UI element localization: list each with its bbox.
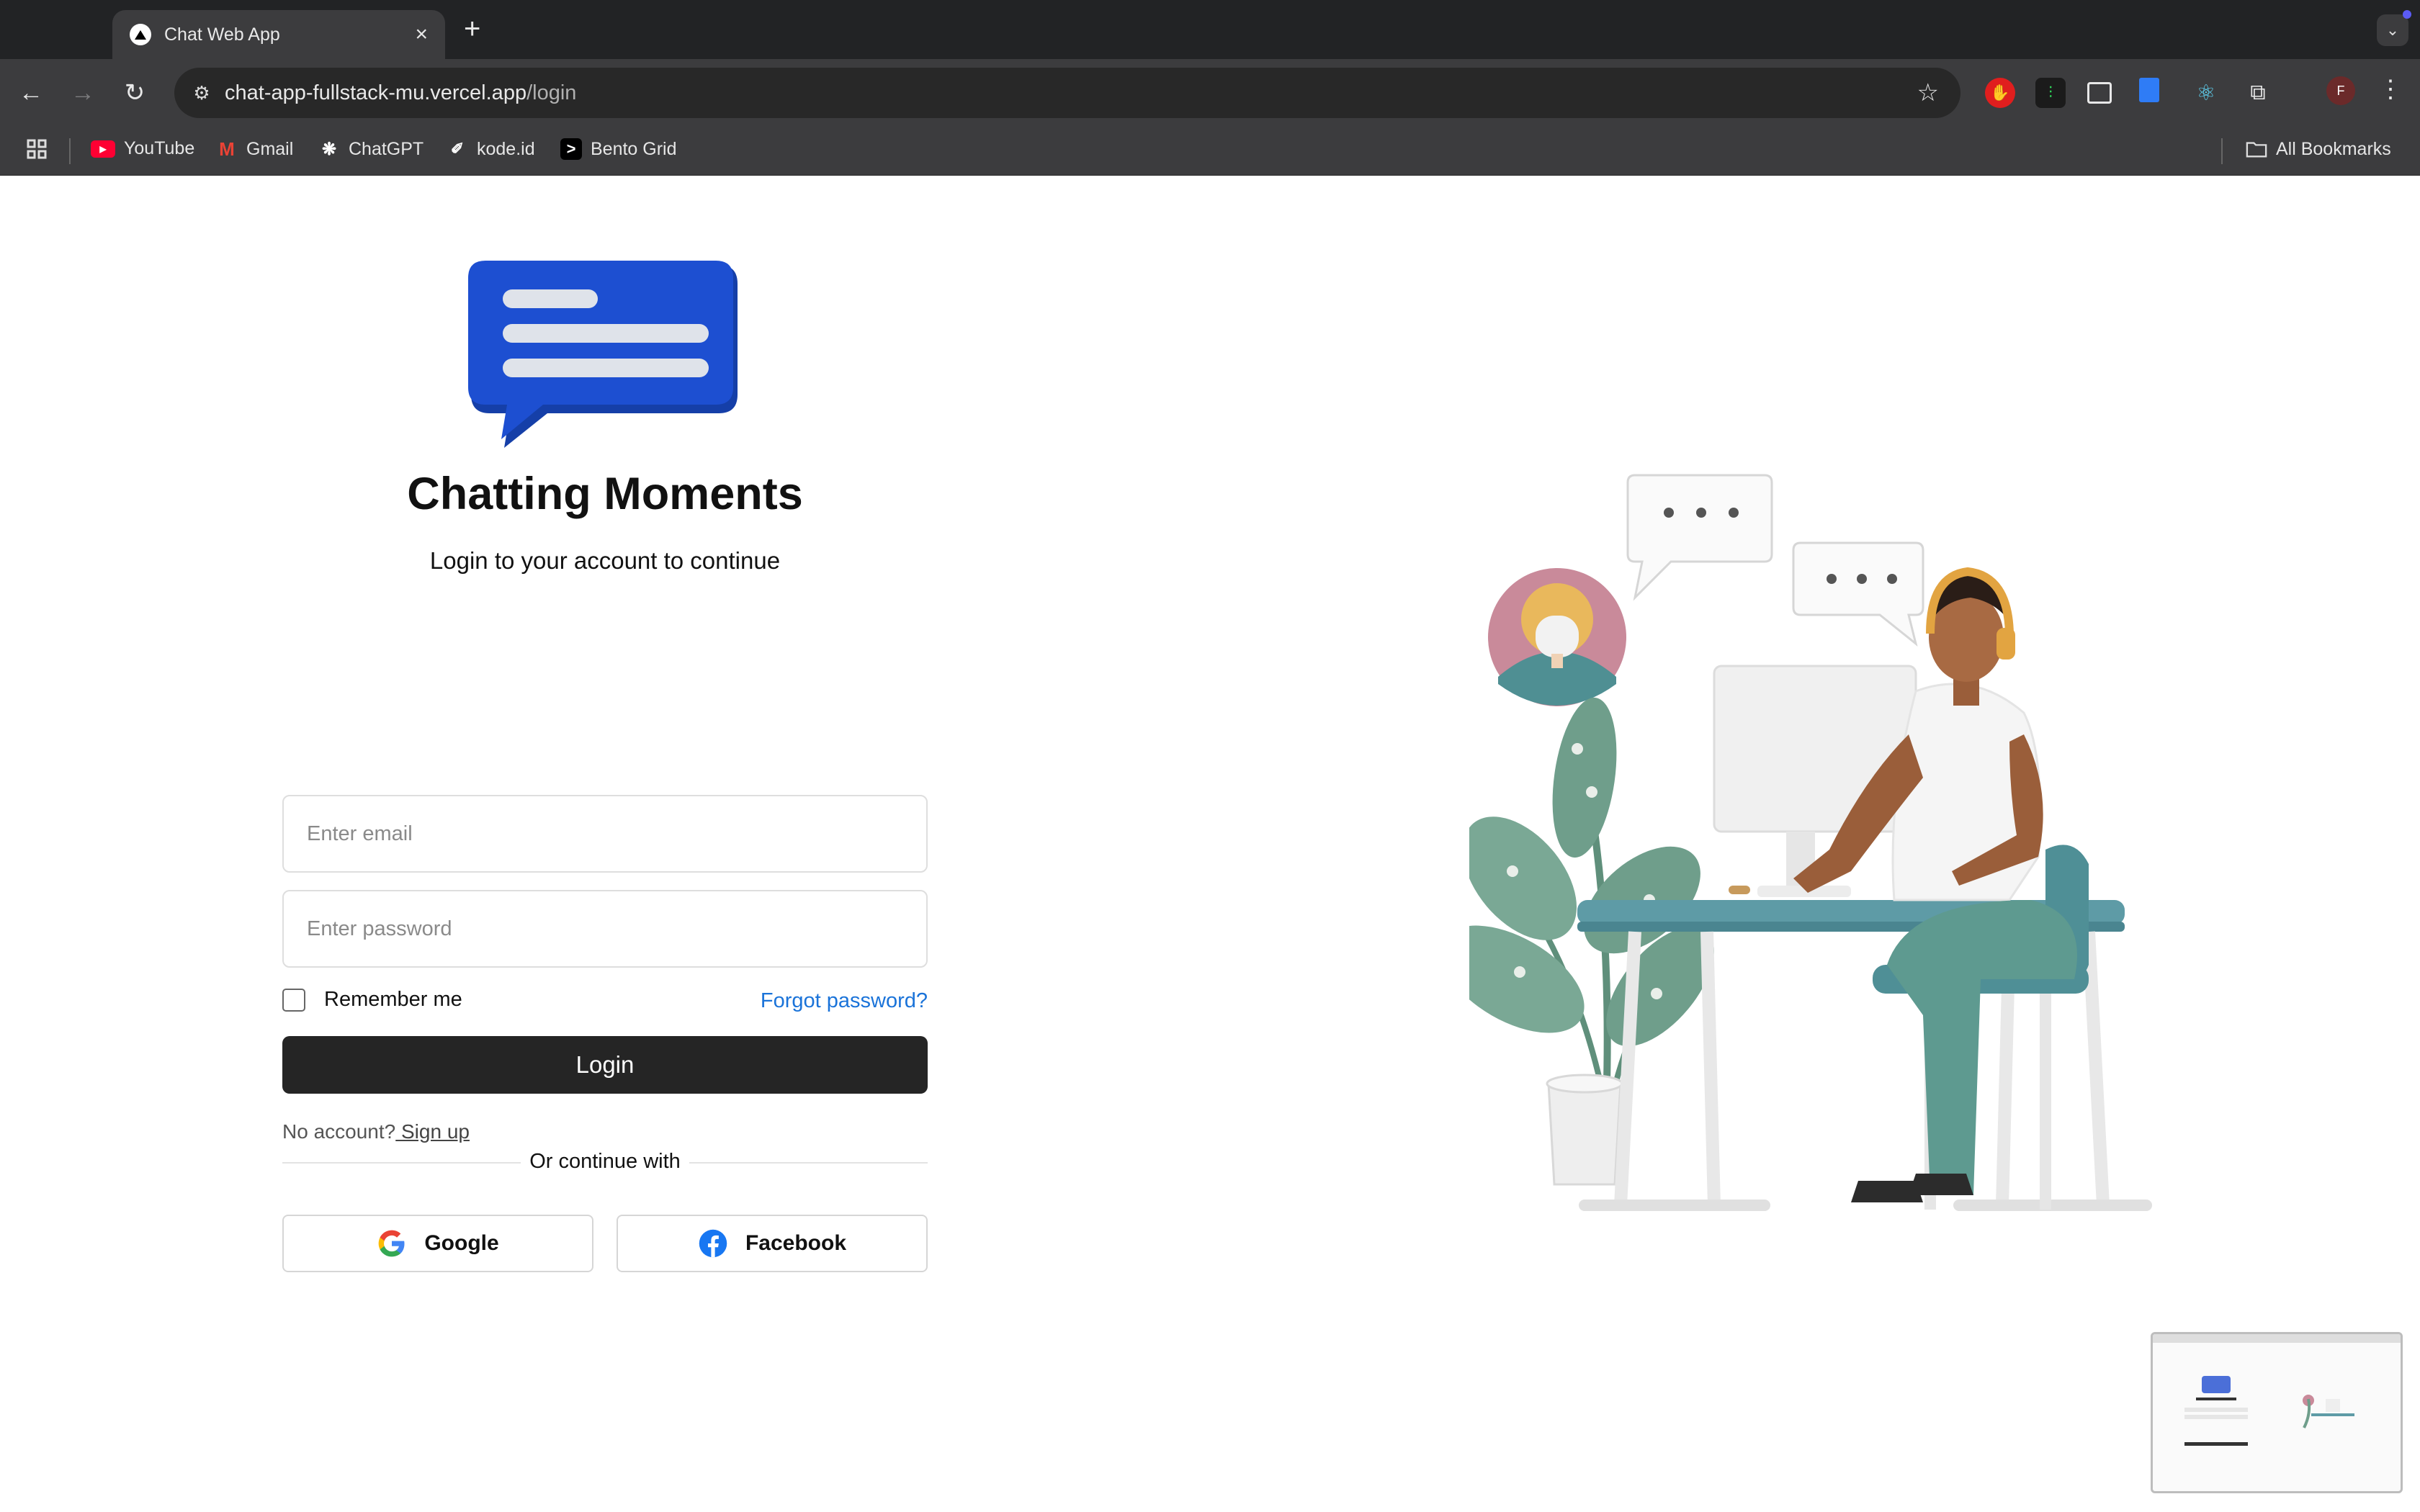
chatgpt-icon: ❋ [321,139,337,159]
plant-icon [1469,697,1714,1186]
or-continue-with: Or continue with [282,1150,928,1174]
tab-title: Chat Web App [164,24,280,45]
youtube-icon: ▶ [91,140,115,158]
vercel-favicon-icon [130,24,151,45]
no-account-text: No account? Sign up [282,1120,470,1143]
email-field[interactable] [282,795,928,873]
forgot-password-link[interactable]: Forgot password? [761,989,928,1013]
facebook-login-button[interactable]: Facebook [617,1215,928,1272]
browser-tabstrip: Chat Web App × + ⌄ [0,0,2420,59]
signup-link[interactable]: Sign up [395,1120,470,1143]
login-subtitle: Login to your account to continue [429,547,781,574]
chat-bubble-logo-icon [468,261,738,448]
forward-icon[interactable]: → [65,75,101,111]
apps-grid-icon[interactable] [26,138,48,160]
gmail-icon: M [219,138,235,160]
all-bookmarks[interactable]: All Bookmarks [2246,138,2391,160]
reload-icon[interactable]: ↻ [117,75,153,111]
adblock-extension-icon[interactable]: ✋ [1985,78,2015,108]
folder-icon [2246,138,2267,160]
bookmark-label: Bento Grid [591,138,677,159]
password-field[interactable] [282,890,928,968]
browser-tab[interactable]: Chat Web App × [112,10,445,59]
login-button[interactable]: Login [282,1036,928,1094]
bookmark-separator [2221,138,2223,164]
bookmark-gmail[interactable]: M Gmail [216,138,293,160]
google-icon [378,1230,405,1257]
site-settings-icon[interactable]: ⚙ [187,78,216,107]
bookmark-separator [69,138,71,164]
browser-menu-icon[interactable]: ⋮ [2378,75,2403,104]
address-bar[interactable]: ⚙ chat-app-fullstack-mu.vercel.app/login… [174,68,1960,118]
profile-avatar[interactable]: F [2326,76,2355,105]
bookmarks-bar: ▶ YouTube M Gmail ❋ ChatGPT ✐ kode.id > … [0,127,2420,176]
bookmark-kode[interactable]: ✐ kode.id [447,138,535,160]
bookmark-chatgpt[interactable]: ❋ ChatGPT [318,138,424,160]
bookmark-bento-grid[interactable]: > Bento Grid [560,138,677,160]
app-title: Chatting Moments [407,469,803,519]
remember-me[interactable]: Remember me [282,988,462,1012]
bento-icon: > [560,138,582,160]
browser-toolbar: ← → ↻ ⚙ chat-app-fullstack-mu.vercel.app… [0,59,2420,127]
person-at-desk-illustration [1469,474,2152,1211]
google-login-button[interactable]: Google [282,1215,593,1272]
tab-search-button[interactable]: ⌄ [2377,10,2411,46]
page-preview-thumbnail[interactable] [2151,1332,2403,1493]
no-account-label: No account? [282,1120,396,1143]
bookmark-label: ChatGPT [349,138,424,159]
google-label: Google [424,1231,499,1255]
close-tab-icon[interactable]: × [415,24,428,45]
bookmark-youtube[interactable]: ▶ YouTube [91,138,194,159]
kode-icon: ✐ [450,140,465,158]
remember-checkbox[interactable] [282,988,305,1012]
bookmark-label: kode.id [477,138,535,159]
facebook-label: Facebook [745,1231,847,1255]
extensions-puzzle-icon[interactable]: ⧉ [2243,78,2273,108]
picture-in-picture-extension-icon[interactable] [2087,82,2112,104]
bookmark-star-icon[interactable]: ☆ [1917,78,1939,107]
url-host: chat-app-fullstack-mu.vercel.app [225,81,527,104]
bookmark-label: YouTube [124,138,195,158]
notification-dot [2403,10,2411,19]
facebook-icon [699,1229,727,1258]
all-bookmarks-label: All Bookmarks [2276,138,2391,159]
speech-bubble-icon [1626,474,1773,601]
new-tab-button[interactable]: + [464,13,480,45]
url-path: /login [526,81,577,104]
speech-bubble-icon [1792,541,1924,647]
avatar-woman-icon [1488,568,1626,706]
remember-label: Remember me [324,988,462,1011]
bookmark-label: Gmail [246,138,294,159]
docs-extension-icon[interactable] [2139,78,2159,102]
equalizer-extension-icon[interactable]: ⫶ [2035,78,2066,108]
url-text[interactable]: chat-app-fullstack-mu.vercel.app/login [225,81,1917,105]
or-continue-label: Or continue with [521,1150,689,1173]
back-icon[interactable]: ← [13,75,49,111]
react-devtools-icon[interactable]: ⚛ [2191,78,2221,108]
